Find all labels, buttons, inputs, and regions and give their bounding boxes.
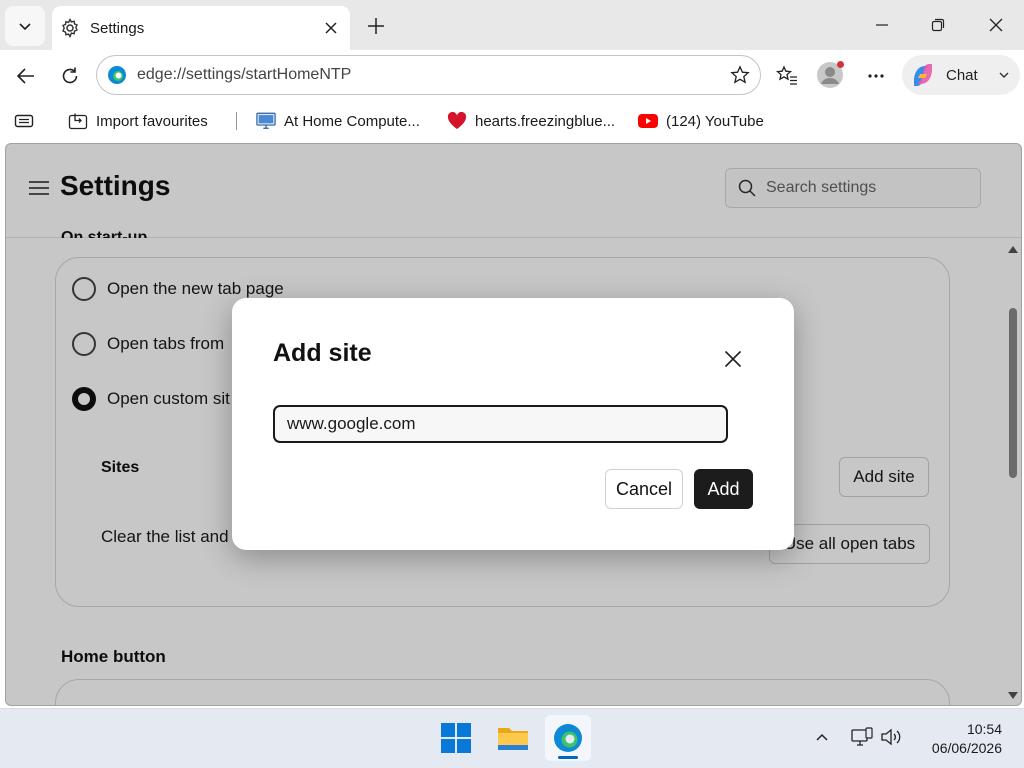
network-icon (851, 727, 873, 747)
ellipsis-icon (866, 66, 886, 86)
refresh-button[interactable] (54, 60, 86, 92)
favourite-youtube[interactable]: (124) YouTube (638, 107, 764, 135)
youtube-icon (638, 111, 658, 131)
copilot-chat-button[interactable]: Chat (902, 55, 1020, 95)
favourite-label: At Home Compute... (284, 112, 420, 130)
address-bar[interactable]: edge://settings/startHomeNTP (96, 55, 761, 95)
dialog-title: Add site (273, 339, 372, 367)
folder-icon (497, 724, 529, 752)
more-menu-button[interactable] (860, 60, 892, 92)
tab-actions-menu-button[interactable] (5, 6, 45, 46)
edge-taskbar-button[interactable] (545, 715, 591, 761)
show-hidden-icons-button[interactable] (808, 723, 836, 751)
speaker-icon (880, 727, 904, 747)
favourite-hearts[interactable]: hearts.freezingblue... (447, 107, 615, 135)
close-dialog-icon[interactable] (718, 344, 748, 374)
chat-label: Chat (946, 66, 978, 84)
taskbar: 10:54 06/06/2026 (0, 708, 1024, 768)
favourites-icon (776, 65, 798, 87)
tablet-icon (14, 111, 34, 131)
heart-icon (447, 111, 467, 131)
plus-icon (367, 17, 385, 35)
minimize-button[interactable] (867, 10, 897, 40)
tab-title: Settings (90, 19, 145, 37)
close-icon (989, 18, 1003, 32)
notification-dot (837, 61, 844, 68)
clock-date: 06/06/2026 (931, 740, 1002, 756)
start-button[interactable] (433, 715, 479, 761)
chevron-down-icon (17, 18, 33, 34)
close-tab-icon[interactable] (318, 15, 344, 41)
new-tab-button[interactable] (362, 12, 390, 40)
back-button[interactable] (10, 60, 42, 92)
copilot-icon (909, 61, 937, 89)
site-url-input[interactable] (273, 405, 728, 443)
edge-logo-icon (107, 65, 127, 85)
favourites-bar: Import favourites At Home Compute... hea… (0, 102, 1024, 140)
add-button[interactable]: Add (694, 469, 753, 509)
gear-icon (60, 18, 80, 38)
address-url: edge://settings/startHomeNTP (137, 66, 352, 83)
browser-tab-settings[interactable]: Settings (52, 6, 350, 50)
refresh-icon (60, 66, 80, 86)
favourite-label: (124) YouTube (666, 112, 764, 130)
favourite-import[interactable]: Import favourites (68, 107, 208, 135)
add-site-dialog: Add site Cancel Add (232, 298, 794, 550)
back-arrow-icon (16, 66, 36, 86)
minimize-icon (875, 18, 889, 32)
tab-bar: Settings (0, 0, 1024, 50)
volume-button[interactable] (878, 723, 906, 751)
profile-avatar[interactable] (816, 61, 846, 91)
import-icon (68, 111, 88, 131)
cancel-button[interactable]: Cancel (605, 469, 683, 509)
favourite-label: Import favourites (96, 112, 208, 130)
computer-icon (256, 111, 276, 131)
windows-logo-icon (441, 723, 471, 753)
favourite-label: hearts.freezingblue... (475, 112, 616, 130)
clock[interactable]: 10:54 06/06/2026 (912, 720, 1002, 758)
close-window-button[interactable] (981, 10, 1011, 40)
favourites-divider (236, 112, 237, 130)
favourites-button[interactable] (771, 60, 803, 92)
navigation-bar: edge://settings/startHomeNTP Chat (0, 50, 1024, 102)
add-favourite-star-icon[interactable] (725, 60, 755, 90)
active-app-indicator (558, 756, 578, 759)
network-status-button[interactable] (848, 723, 876, 751)
restore-button[interactable] (923, 10, 953, 40)
chevron-up-icon (815, 730, 829, 744)
favourites-menu-button[interactable] (14, 107, 42, 135)
file-explorer-button[interactable] (490, 715, 536, 761)
restore-icon (931, 18, 945, 32)
edge-logo-icon (552, 722, 584, 754)
chevron-down-icon (998, 69, 1010, 81)
clock-time: 10:54 (966, 721, 1002, 737)
favourite-at-home[interactable]: At Home Compute... (256, 107, 420, 135)
